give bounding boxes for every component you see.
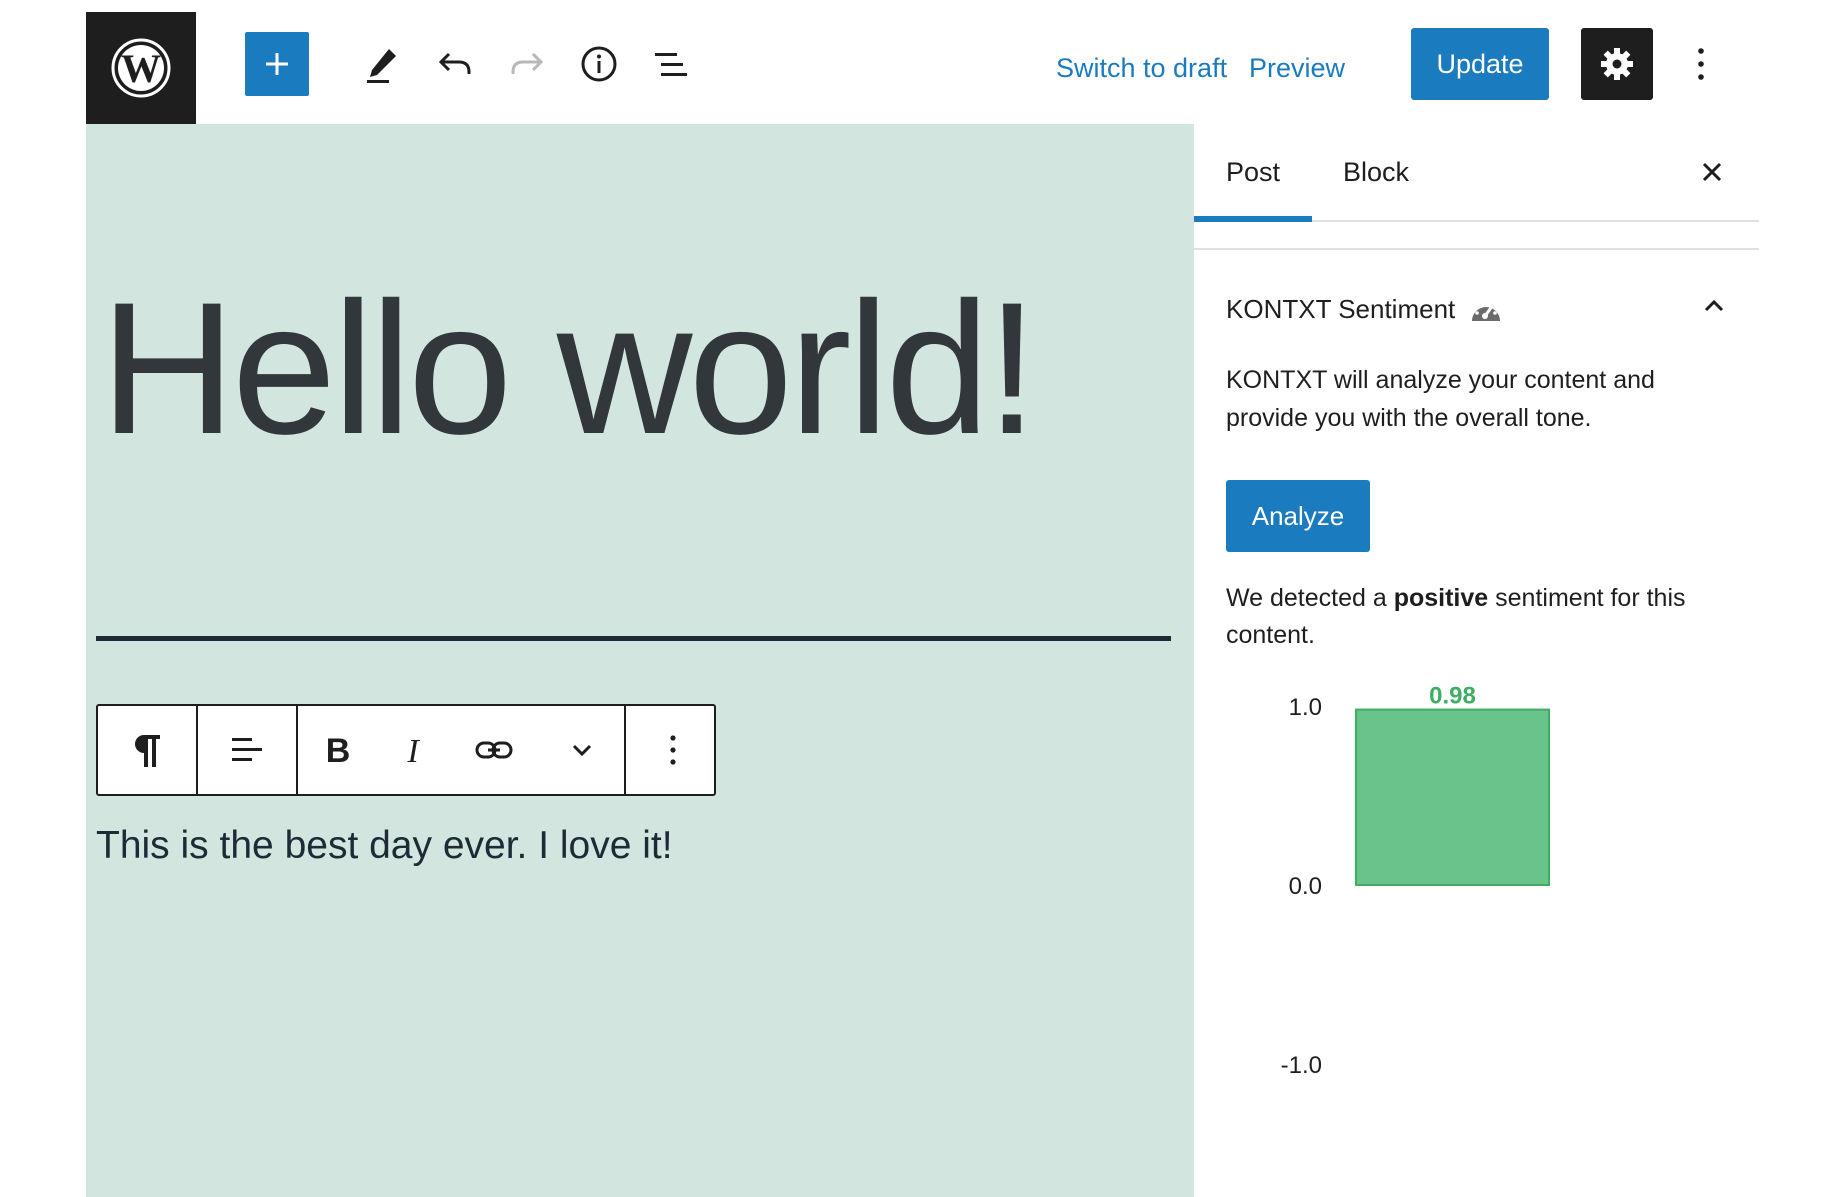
- more-options-button[interactable]: [1681, 40, 1721, 88]
- panel-divider: [1194, 248, 1759, 250]
- switch-to-draft-button[interactable]: Switch to draft: [1056, 38, 1227, 98]
- italic-icon: I: [406, 733, 420, 768]
- block-type-group: [98, 706, 198, 794]
- separator-block[interactable]: [96, 636, 1171, 641]
- editor-frame: W Switch to draft Preview Update Hello w…: [86, 12, 1759, 1197]
- paragraph-block[interactable]: This is the best day ever. I love it!: [96, 824, 673, 868]
- align-group: [198, 706, 298, 794]
- redo-icon: [511, 52, 544, 74]
- svg-text:B: B: [326, 732, 351, 768]
- link-icon: [475, 741, 513, 759]
- block-toolbar: B I: [96, 704, 716, 796]
- plus-icon: [266, 53, 288, 75]
- details-button[interactable]: [575, 40, 623, 88]
- more-rich-text-button[interactable]: [540, 706, 624, 794]
- paragraph-icon: [135, 735, 160, 767]
- bar-value-label: 0.98: [1429, 683, 1476, 710]
- vertical-ellipsis-icon: [670, 735, 676, 765]
- format-group: B I: [298, 706, 626, 794]
- y-tick-label: 1.0: [1289, 694, 1322, 721]
- result-sentiment: positive: [1393, 584, 1489, 612]
- list-view-icon: [655, 53, 687, 76]
- add-block-button[interactable]: [245, 32, 309, 96]
- collapse-panel-button[interactable]: [1694, 286, 1734, 326]
- bold-icon: B: [326, 732, 351, 768]
- y-tick-label: -1.0: [1281, 1052, 1322, 1079]
- undo-icon: [438, 52, 471, 74]
- settings-sidebar: Post Block KONTXT Sentiment KONTXT will …: [1193, 124, 1759, 1197]
- result-prefix: We detected a: [1226, 584, 1387, 612]
- y-tick-label: 0.0: [1289, 873, 1322, 900]
- close-sidebar-button[interactable]: [1688, 148, 1736, 196]
- vertical-ellipsis-icon: [1698, 48, 1704, 80]
- chevron-down-icon: [572, 744, 592, 757]
- options-group: [626, 706, 720, 794]
- editor-header: W Switch to draft Preview Update: [86, 12, 1758, 124]
- sentiment-result: We detected a positive sentiment for thi…: [1226, 580, 1726, 654]
- paragraph-block-button[interactable]: [98, 706, 196, 794]
- align-left-icon: [232, 738, 262, 761]
- post-title[interactable]: Hello world!: [100, 274, 1038, 462]
- analyze-button[interactable]: Analyze: [1226, 480, 1370, 552]
- tools-button[interactable]: [358, 40, 406, 88]
- chevron-up-icon: [1704, 299, 1724, 312]
- preview-button[interactable]: Preview: [1249, 38, 1345, 98]
- svg-text:I: I: [406, 733, 420, 768]
- align-button[interactable]: [198, 706, 296, 794]
- wordpress-logo-icon[interactable]: W: [86, 12, 196, 124]
- redo-button[interactable]: [503, 40, 551, 88]
- kontxt-panel-header[interactable]: KONTXT Sentiment: [1226, 294, 1503, 325]
- bold-button[interactable]: B: [298, 706, 378, 794]
- block-options-button[interactable]: [626, 706, 720, 794]
- info-icon: [581, 46, 617, 82]
- dashboard-gauge-icon: [1472, 299, 1501, 321]
- svg-text:W: W: [121, 46, 161, 91]
- sidebar-tabs: Post Block: [1194, 124, 1759, 222]
- italic-button[interactable]: I: [378, 706, 448, 794]
- editor-canvas: Hello world! B I This is the best day ev…: [86, 124, 1193, 1197]
- settings-button[interactable]: [1581, 28, 1653, 100]
- close-icon: [1702, 162, 1722, 182]
- panel-description: KONTXT will analyze your content and pro…: [1226, 366, 1655, 432]
- panel-title: KONTXT Sentiment: [1226, 294, 1456, 324]
- pencil-icon: [367, 49, 396, 83]
- sentiment-bar: [1355, 708, 1550, 886]
- undo-button[interactable]: [431, 40, 479, 88]
- gear-icon: [1601, 48, 1633, 80]
- list-view-button[interactable]: [647, 40, 695, 88]
- sentiment-chart: 1.0 0.0 -1.0 0.98: [1281, 683, 1550, 1079]
- tab-post[interactable]: Post: [1194, 124, 1312, 222]
- update-button[interactable]: Update: [1411, 28, 1549, 100]
- link-button[interactable]: [448, 706, 540, 794]
- tab-block[interactable]: Block: [1312, 124, 1440, 220]
